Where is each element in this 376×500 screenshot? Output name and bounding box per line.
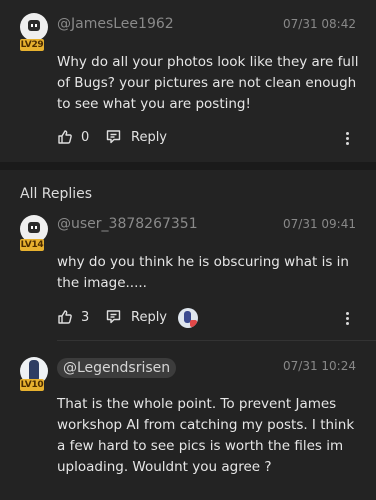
reply-button[interactable]: Reply <box>106 129 167 145</box>
main-post: LV29 @JamesLee1962 07/31 08:42 Why do al… <box>0 0 376 162</box>
level-badge: LV14 <box>20 239 44 251</box>
post-content: Why do all your photos look like they ar… <box>57 54 359 112</box>
level-badge: LV10 <box>20 379 44 391</box>
reply-button[interactable]: Reply <box>106 309 167 325</box>
more-vertical-icon[interactable] <box>344 130 350 148</box>
divider <box>57 340 376 341</box>
avatar[interactable] <box>20 13 48 41</box>
like-button[interactable]: 3 <box>57 309 89 325</box>
all-replies-heading: All Replies <box>20 186 93 202</box>
like-button[interactable]: 0 <box>57 129 89 145</box>
reply-icon <box>106 129 123 145</box>
like-count: 0 <box>81 129 90 145</box>
username[interactable]: @user_3878267351 <box>57 216 198 232</box>
reply-content: That is the whole point. To prevent Jame… <box>57 396 355 475</box>
timestamp: 07/31 08:42 <box>283 17 356 31</box>
reply-icon <box>106 309 123 325</box>
more-vertical-icon[interactable] <box>344 310 350 328</box>
reply-label: Reply <box>131 309 168 325</box>
level-badge: LV29 <box>20 39 44 51</box>
author-reply-avatar[interactable] <box>178 308 198 328</box>
username[interactable]: @Legendsrisen <box>57 358 177 378</box>
section-separator <box>0 162 376 170</box>
timestamp: 07/31 10:24 <box>283 359 356 373</box>
thumbs-up-icon <box>57 309 73 325</box>
timestamp: 07/31 09:41 <box>283 217 356 231</box>
reply-content: why do you think he is obscuring what is… <box>57 254 349 291</box>
username[interactable]: @JamesLee1962 <box>57 16 174 32</box>
thumbs-up-icon <box>57 129 73 145</box>
like-count: 3 <box>81 309 90 325</box>
reply-label: Reply <box>131 129 168 145</box>
